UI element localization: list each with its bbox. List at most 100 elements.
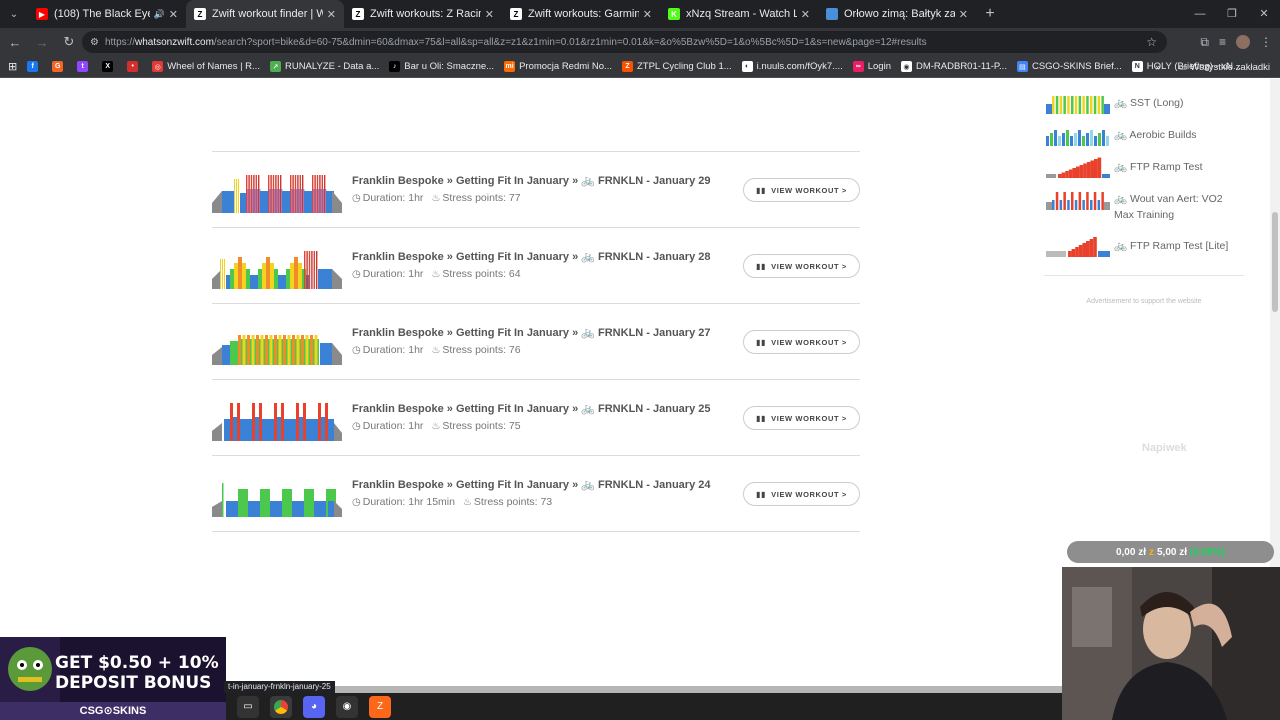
- workout-title[interactable]: Franklin Bespoke » Getting Fit In Januar…: [352, 326, 711, 339]
- chart-icon: ▮▮: [756, 261, 767, 271]
- browser-tab[interactable]: Orłowo zimą: Bałtyk zamarza, a ✕: [818, 0, 976, 28]
- bookmark-item[interactable]: G: [52, 61, 67, 72]
- more-bookmarks-icon[interactable]: »: [1155, 62, 1160, 73]
- bookmark-item[interactable]: ∞ Login: [852, 61, 891, 72]
- flame-icon: ♨: [431, 344, 441, 356]
- workout-plan: Getting Fit In January: [455, 175, 570, 187]
- workout-row: Franklin Bespoke » Getting Fit In Januar…: [212, 456, 860, 532]
- browser-tab[interactable]: Z Zwift workout finder | What's o ✕: [186, 0, 344, 28]
- address-bar[interactable]: ⚙ https://whatsonzwift.com/search?sport=…: [82, 31, 1167, 53]
- bookmark-star-icon[interactable]: ☆: [1146, 35, 1157, 49]
- workout-profile-chart[interactable]: [212, 171, 342, 213]
- bookmark-item[interactable]: mi Promocja Redmi No...: [504, 61, 612, 72]
- bookmark-item[interactable]: t: [77, 61, 92, 72]
- close-tab-icon[interactable]: ✕: [801, 8, 810, 21]
- view-workout-button[interactable]: ▮▮ VIEW WORKOUT >: [743, 254, 860, 278]
- close-tab-icon[interactable]: ✕: [485, 8, 494, 21]
- workout-series: Franklin Bespoke: [352, 403, 444, 415]
- close-tab-icon[interactable]: ✕: [169, 8, 178, 21]
- back-icon[interactable]: ←: [3, 35, 27, 50]
- browser-tab[interactable]: ▶ (108) The Black Eyed Peas - 🔊 ✕: [28, 0, 186, 28]
- donation-current: 0,00 zł: [1115, 546, 1146, 558]
- sidebar-workout-item[interactable]: 🚲 Aerobic Builds: [1044, 114, 1244, 146]
- all-bookmarks[interactable]: ▭ Wszystkie zakładki: [1179, 62, 1270, 73]
- scrollbar-thumb[interactable]: [1272, 212, 1278, 312]
- bookmark-item[interactable]: •: [127, 61, 142, 72]
- media-icon[interactable]: ≡: [1219, 35, 1226, 49]
- obs-icon[interactable]: ◉: [336, 695, 358, 718]
- extensions-icon[interactable]: ⧉: [1200, 35, 1209, 50]
- terminal-icon[interactable]: ▭: [237, 695, 259, 718]
- tab-title: xNzq Stream - Watch Live on K: [686, 8, 797, 20]
- workout-name: FRNKLN - January 25: [598, 403, 711, 415]
- workout-title[interactable]: Franklin Bespoke » Getting Fit In Januar…: [352, 402, 711, 415]
- sidebar-workout-item[interactable]: 🚲 FTP Ramp Test [Lite]: [1044, 225, 1244, 257]
- new-tab-button[interactable]: +: [976, 5, 1004, 23]
- reload-icon[interactable]: ↻: [57, 34, 81, 50]
- bookmark-label: DM-RADBR01-11-P...: [915, 61, 1007, 72]
- minimize-icon[interactable]: —: [1184, 0, 1216, 28]
- apps-icon[interactable]: ⊞: [8, 60, 17, 73]
- bookmark-item[interactable]: ♪ Bar u Oli: Smaczne...: [389, 61, 494, 72]
- bookmark-item[interactable]: ▤ CSGO-SKINS Brief...: [1016, 61, 1122, 72]
- bookmark-label: CSGO-SKINS Brief...: [1031, 61, 1122, 72]
- link-icon: ◐: [741, 61, 753, 72]
- close-window-icon[interactable]: ✕: [1248, 0, 1280, 28]
- bookmark-item[interactable]: ◎ Wheel of Names | R...: [152, 61, 260, 72]
- site-info-icon[interactable]: ⚙: [90, 37, 99, 48]
- promo-line1: GET $0.50 + 10%: [55, 653, 219, 673]
- sidebar-workout-item[interactable]: 🚲 Wout van Aert: VO2 Max Training: [1044, 178, 1244, 225]
- close-tab-icon[interactable]: ✕: [643, 8, 652, 21]
- bookmark-label: ZTPL Cycling Club 1...: [636, 61, 732, 72]
- workout-profile-chart[interactable]: [212, 323, 342, 365]
- close-tab-icon[interactable]: ✕: [327, 8, 336, 21]
- workout-profile-chart[interactable]: [212, 247, 342, 289]
- tab-title: Zwift workouts: Z Racing » We: [370, 8, 481, 20]
- tab-search-icon[interactable]: ⌄: [0, 0, 28, 28]
- browser-tab[interactable]: K xNzq Stream - Watch Live on K ✕: [660, 0, 818, 28]
- view-workout-label: VIEW WORKOUT >: [771, 337, 847, 347]
- bookmark-item[interactable]: ◉ DM-RADBR01-11-P...: [900, 61, 1007, 72]
- restore-icon[interactable]: ❐: [1216, 0, 1248, 28]
- bookmark-item[interactable]: ↗ RUNALYZE - Data a...: [269, 61, 379, 72]
- workout-duration: Duration: 1hr: [362, 268, 424, 280]
- chrome-icon[interactable]: [270, 695, 292, 718]
- bike-icon: 🚲: [581, 479, 595, 491]
- sidebar-workout-item[interactable]: 🚲 SST (Long): [1044, 82, 1244, 114]
- chart-icon: ▮▮: [756, 413, 767, 423]
- sidebar-workout-item[interactable]: 🚲 FTP Ramp Test: [1044, 146, 1244, 178]
- workout-profile-chart[interactable]: [212, 475, 342, 517]
- workout-duration: Duration: 1hr 15min: [362, 496, 455, 508]
- audio-icon[interactable]: 🔊: [154, 9, 165, 20]
- workout-title[interactable]: Franklin Bespoke » Getting Fit In Januar…: [352, 478, 711, 491]
- view-workout-button[interactable]: ▮▮ VIEW WORKOUT >: [743, 406, 860, 430]
- login-icon: ∞: [852, 61, 864, 72]
- bike-icon: 🚲: [581, 403, 595, 415]
- discord-icon[interactable]: ◕: [303, 695, 325, 718]
- browser-tab[interactable]: Z Zwift workouts: Z Racing » We ✕: [344, 0, 502, 28]
- zwift-taskbar-icon[interactable]: Z: [369, 695, 391, 718]
- bookmark-item[interactable]: Z ZTPL Cycling Club 1...: [621, 61, 732, 72]
- workout-title[interactable]: Franklin Bespoke » Getting Fit In Januar…: [352, 250, 711, 263]
- promo-banner[interactable]: GET $0.50 + 10% DEPOSIT BONUS CSG⊙SKINS: [0, 637, 226, 720]
- toolbar-right: ⧉ ≡ ⋮: [1200, 28, 1272, 56]
- donation-title: Napiwek: [1142, 442, 1187, 454]
- workout-title[interactable]: Franklin Bespoke » Getting Fit In Januar…: [352, 174, 711, 187]
- bookmark-item[interactable]: f: [27, 61, 42, 72]
- close-tab-icon[interactable]: ✕: [959, 8, 968, 21]
- workout-stress: Stress points: 76: [442, 344, 521, 356]
- browser-tab[interactable]: Z Zwift workouts: Garmin UNBOU ✕: [502, 0, 660, 28]
- webcam-image: [1062, 567, 1280, 720]
- x-icon: X: [102, 61, 114, 72]
- donation-goal: 5,00 zł: [1156, 546, 1188, 558]
- bookmark-item[interactable]: ◐ i.nuuls.com/fOyk7....: [741, 61, 843, 72]
- forward-icon[interactable]: →: [30, 35, 54, 50]
- view-workout-button[interactable]: ▮▮ VIEW WORKOUT >: [743, 178, 860, 202]
- menu-icon[interactable]: ⋮: [1260, 35, 1272, 49]
- folder-icon: ▭: [1178, 61, 1191, 73]
- profile-avatar[interactable]: [1236, 35, 1250, 49]
- workout-profile-chart[interactable]: [212, 399, 342, 441]
- view-workout-button[interactable]: ▮▮ VIEW WORKOUT >: [743, 330, 860, 354]
- view-workout-button[interactable]: ▮▮ VIEW WORKOUT >: [743, 482, 860, 506]
- bookmark-item[interactable]: X: [102, 61, 117, 72]
